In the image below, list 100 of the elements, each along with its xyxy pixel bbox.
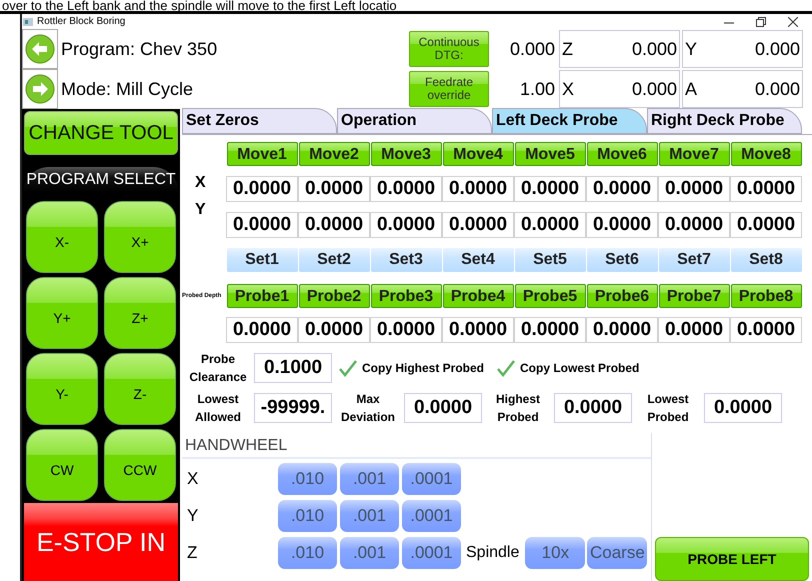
y-value: 0.0000 <box>586 212 658 238</box>
move-button[interactable]: Move1 <box>226 142 298 166</box>
y-value: 0.0000 <box>730 212 802 238</box>
x-value: 0.0000 <box>730 176 802 202</box>
set-button[interactable]: Set6 <box>586 248 658 272</box>
x-value: 0.0000 <box>298 176 370 202</box>
field-label: Lowest Allowed <box>194 391 242 426</box>
y-value: 0.0000 <box>514 212 586 238</box>
jog-button[interactable]: Z- <box>104 353 176 425</box>
axis-value: 0.000 <box>754 38 800 60</box>
set-button[interactable]: Set2 <box>298 248 370 272</box>
handwheel-axis-label: X <box>186 468 200 490</box>
x-value: 0.0000 <box>586 176 658 202</box>
restore-icon[interactable] <box>756 16 766 26</box>
move-button[interactable]: Move8 <box>730 142 802 166</box>
tab[interactable]: Set Zeros <box>182 108 337 134</box>
move-button[interactable]: Move3 <box>370 142 442 166</box>
jog-button[interactable]: Y+ <box>26 277 98 349</box>
move-button[interactable]: Move7 <box>658 142 730 166</box>
set-button[interactable]: Set5 <box>514 248 586 272</box>
jog-button[interactable]: Z+ <box>104 277 176 349</box>
copy-option-label: Copy Lowest Probed <box>520 360 640 377</box>
axis-label: Z <box>562 38 573 60</box>
field-value[interactable]: 0.0000 <box>554 393 632 423</box>
window-title: Rottler Block Boring <box>37 15 126 29</box>
probe-button[interactable]: Probe5 <box>514 284 586 308</box>
handwheel-axis-label: Y <box>186 505 200 528</box>
x-value: 0.0000 <box>370 176 442 202</box>
depth-value: 0.0000 <box>370 317 442 343</box>
axis-value: 0.000 <box>754 78 800 100</box>
field-label: Max Deviation <box>340 391 396 426</box>
jog-button[interactable]: X+ <box>104 201 176 273</box>
field-label: Lowest Probed <box>646 391 690 426</box>
probe-button[interactable]: Probe2 <box>298 284 370 308</box>
y-value: 0.0000 <box>298 212 370 238</box>
x-value: 0.0000 <box>514 176 586 202</box>
handwheel-axis-label: Z <box>186 542 198 564</box>
depth-value: 0.0000 <box>442 317 514 343</box>
jog-button[interactable]: Y- <box>26 353 98 425</box>
depth-value: 0.0000 <box>298 317 370 343</box>
app-icon <box>23 18 33 26</box>
program-select-button[interactable]: PROGRAM SELECT <box>23 167 179 193</box>
axis-label: Y <box>685 38 698 60</box>
tab[interactable]: Left Deck Probe <box>492 108 647 134</box>
copy-option-label: Copy Highest Probed <box>362 360 484 377</box>
field-value[interactable]: 0.0000 <box>704 393 782 423</box>
close-icon[interactable] <box>788 16 798 26</box>
probe-button[interactable]: Probe4 <box>442 284 514 308</box>
change-tool-button[interactable]: CHANGE TOOL <box>24 111 178 155</box>
e-stop-button[interactable]: E-STOP IN <box>24 503 178 581</box>
depth-value: 0.0000 <box>226 317 298 343</box>
caption-text: over to the Left bank and the spindle will move to the first Left locatio <box>1 0 398 11</box>
jog-button[interactable]: CW <box>26 429 98 501</box>
tab[interactable]: Operation <box>337 108 492 134</box>
handwheel-title: HANDWHEEL <box>182 433 651 459</box>
y-value: 0.0000 <box>442 212 514 238</box>
checkmark-icon[interactable] <box>496 359 516 377</box>
probe-clearance-field[interactable]: 0.1000 <box>254 353 332 383</box>
move-button[interactable]: Move2 <box>298 142 370 166</box>
field-value[interactable]: 0.0000 <box>404 393 482 423</box>
move-button[interactable]: Move5 <box>514 142 586 166</box>
spindle-label: Spindle <box>466 543 520 563</box>
move-button[interactable]: Move4 <box>442 142 514 166</box>
set-button[interactable]: Set3 <box>370 248 442 272</box>
probe-button[interactable]: Probe7 <box>658 284 730 308</box>
probe-button[interactable]: Probe3 <box>370 284 442 308</box>
depth-value: 0.0000 <box>730 317 802 343</box>
continuous-dtg-button[interactable]: Continuous DTG: <box>409 31 489 67</box>
depth-value: 0.0000 <box>586 317 658 343</box>
probe-button[interactable]: Probe8 <box>730 284 802 308</box>
feedrate-override-button[interactable]: Feedrate override <box>409 71 489 107</box>
feedrate-value: 1.00 <box>518 78 556 100</box>
move-button[interactable]: Move6 <box>586 142 658 166</box>
probe-left-button[interactable]: PROBE LEFT <box>655 537 809 581</box>
y-value: 0.0000 <box>226 212 298 238</box>
program-label: Program: Chev 350 <box>61 38 218 61</box>
axis-value: 0.000 <box>632 78 677 100</box>
axis-value: 0.000 <box>632 38 677 60</box>
jog-button[interactable]: CCW <box>104 429 176 501</box>
jog-button[interactable]: X- <box>26 201 98 273</box>
set-button[interactable]: Set1 <box>226 248 298 272</box>
y-label: Y <box>194 200 207 220</box>
x-value: 0.0000 <box>226 176 298 202</box>
tab[interactable]: Right Deck Probe <box>647 108 802 134</box>
probe-button[interactable]: Probe1 <box>226 284 298 308</box>
axis-label: A <box>685 78 698 100</box>
x-label: X <box>194 173 207 193</box>
set-button[interactable]: Set7 <box>658 248 730 272</box>
probe-clearance-label: Probe Clearance <box>188 351 248 386</box>
y-value: 0.0000 <box>370 212 442 238</box>
checkmark-icon[interactable] <box>338 359 358 377</box>
depth-value: 0.0000 <box>514 317 586 343</box>
set-button[interactable]: Set4 <box>442 248 514 272</box>
axis-label: X <box>562 78 574 100</box>
probe-button[interactable]: Probe6 <box>586 284 658 308</box>
set-button[interactable]: Set8 <box>730 248 802 272</box>
field-label: Highest Probed <box>494 391 541 426</box>
x-value: 0.0000 <box>658 176 730 202</box>
x-value: 0.0000 <box>442 176 514 202</box>
field-value[interactable]: -99999. <box>254 393 332 423</box>
